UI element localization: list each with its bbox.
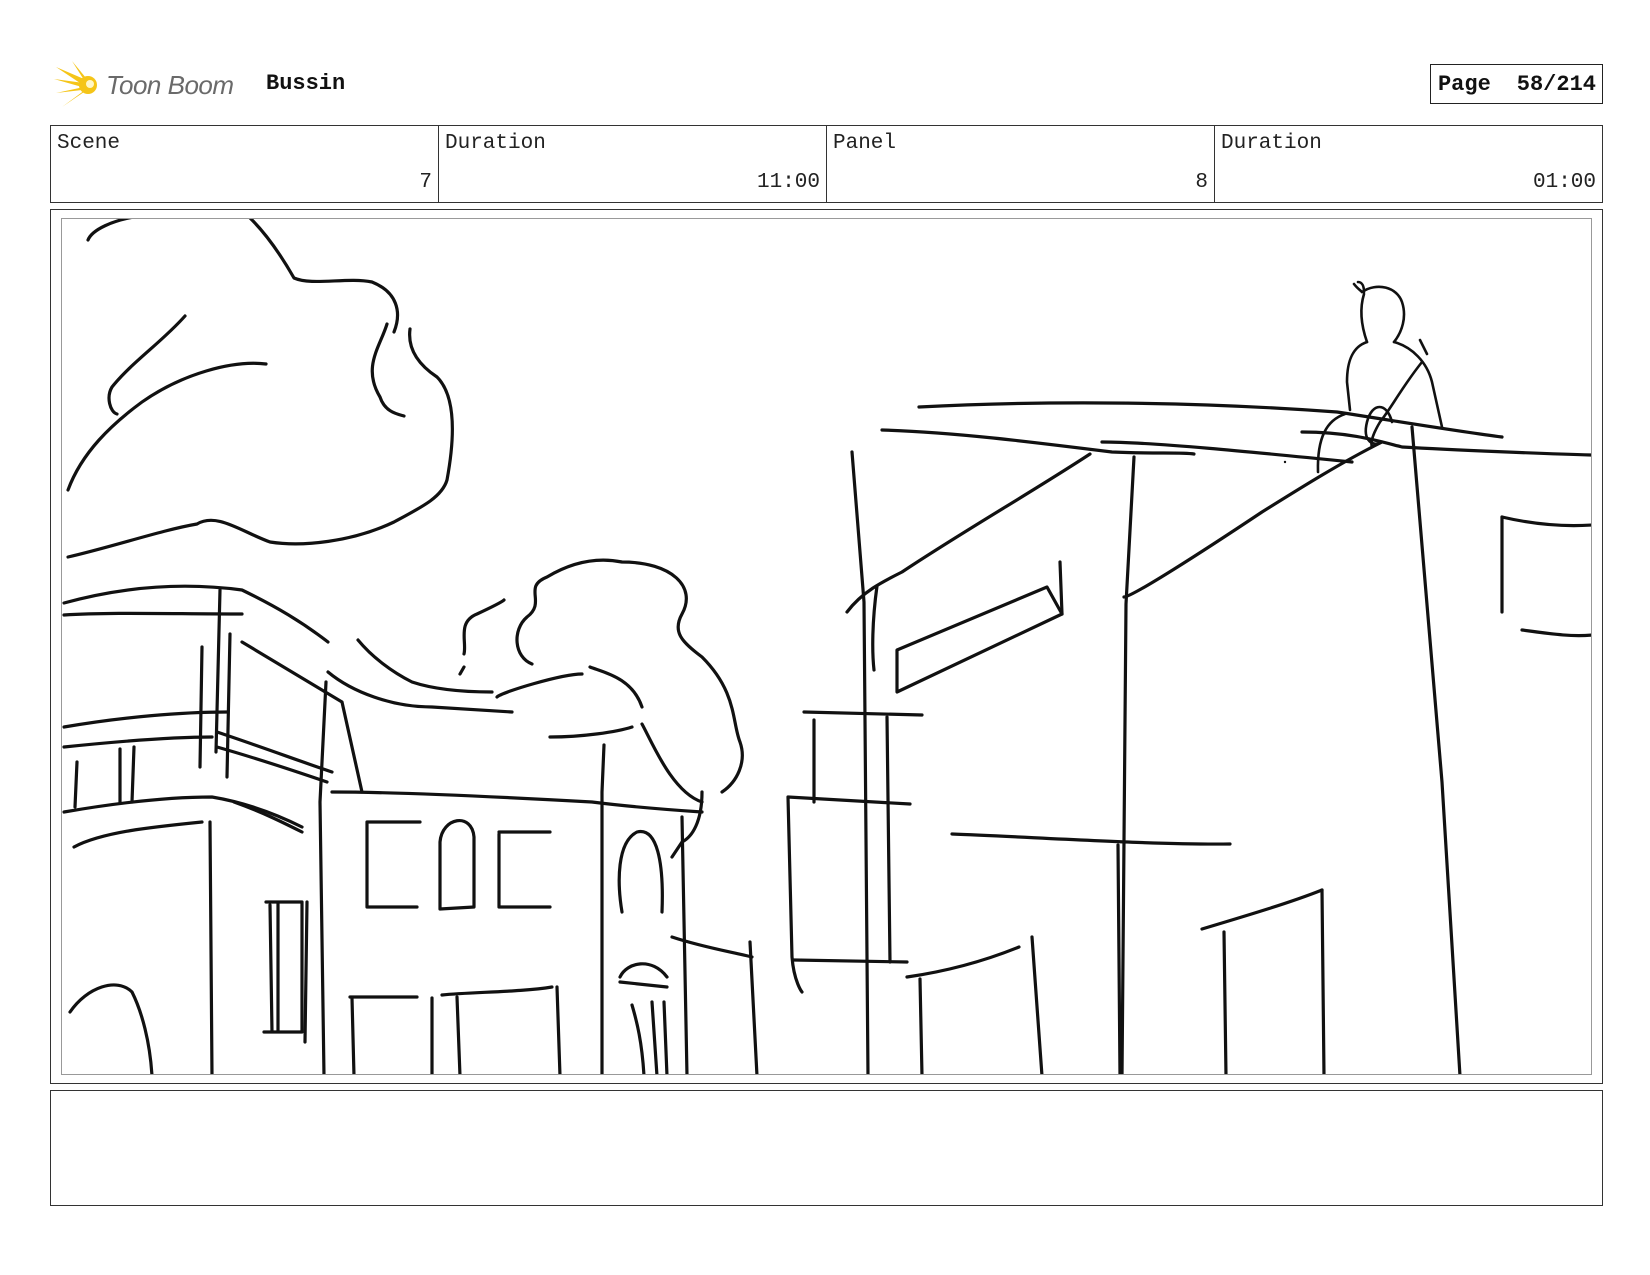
- scene-info-table: Scene 7 Duration 11:00 Panel 8 Duration …: [50, 125, 1603, 203]
- notes-box: [50, 1090, 1603, 1206]
- panel-value: 8: [1195, 171, 1208, 194]
- scene-duration-cell: Duration 11:00: [439, 126, 827, 202]
- house-sketch-middle: [318, 558, 759, 1074]
- starburst-icon: [54, 61, 97, 107]
- page-indicator: Page 58/214: [1429, 64, 1603, 104]
- panel-duration-cell: Duration 01:00: [1215, 126, 1602, 202]
- panel-frame: [61, 218, 1592, 1075]
- storyboard-panel: [50, 209, 1603, 1084]
- page-number: 58/214: [1516, 71, 1596, 97]
- panel-duration-value: 01:00: [1532, 171, 1596, 194]
- page-label: Page: [1437, 71, 1491, 97]
- scene-duration-value: 11:00: [756, 171, 820, 194]
- logo-text: Toon Boom: [106, 69, 234, 100]
- figure-sketch-rooftop: [1316, 280, 1444, 474]
- building-sketch-right: [786, 401, 1591, 1074]
- building-sketch-left: [62, 584, 364, 1074]
- panel-cell: Panel 8: [827, 126, 1215, 202]
- scene-duration-label: Duration: [445, 132, 546, 155]
- scene-label: Scene: [57, 132, 121, 155]
- panel-duration-label: Duration: [1221, 132, 1322, 155]
- sketch-drawing: [62, 219, 1591, 1074]
- scene-cell: Scene 7: [51, 126, 439, 202]
- panel-label: Panel: [833, 132, 897, 155]
- toon-boom-logo: Toon Boom: [54, 59, 234, 111]
- scene-value: 7: [419, 171, 432, 194]
- project-title: Bussin: [266, 71, 346, 96]
- page-header: Toon Boom Bussin Page 58/214: [50, 55, 1603, 115]
- tree-sketch-left: [66, 219, 454, 559]
